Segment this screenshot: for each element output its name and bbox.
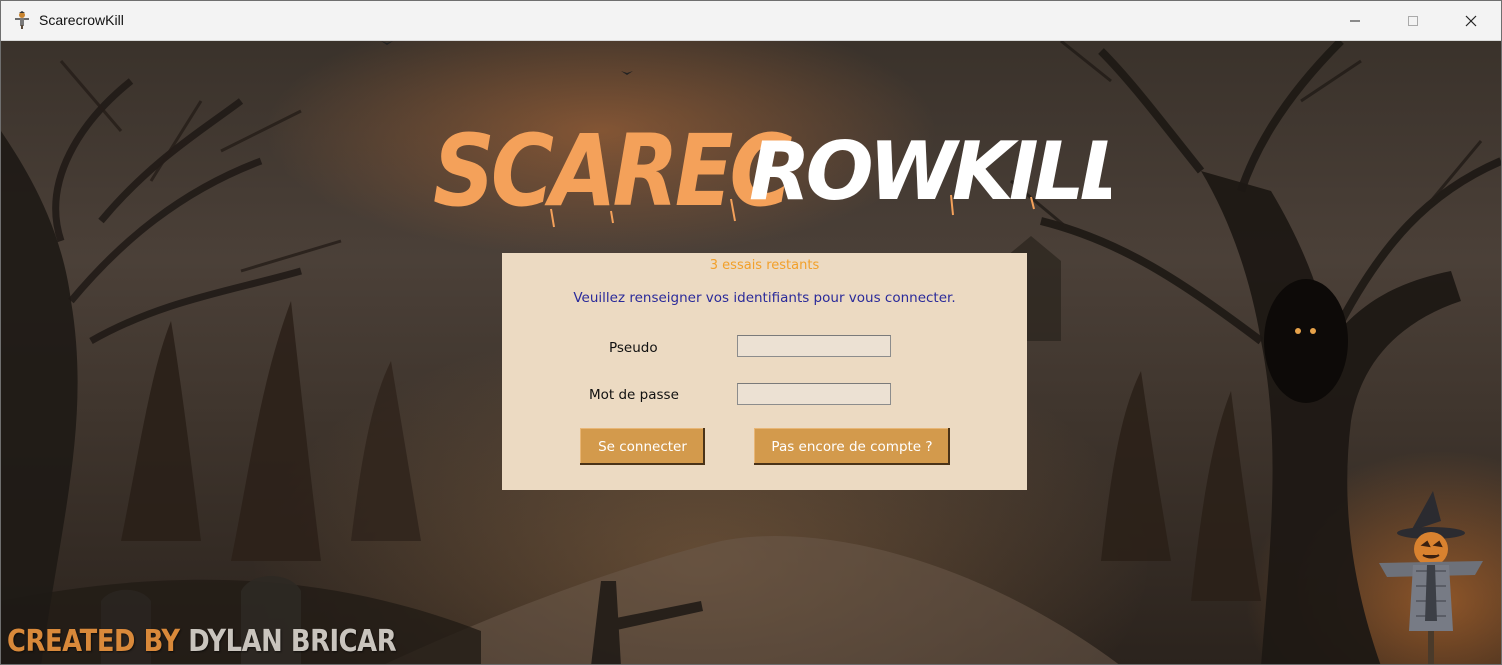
credit-prefix: CREATED BY [7,624,180,659]
pseudo-label: Pseudo [609,340,658,356]
minimize-button[interactable] [1326,1,1384,40]
app-window: ScarecrowKill SCAREC ROWKILL 3 essais re… [0,0,1502,665]
register-button[interactable]: Pas encore de compte ? [754,428,950,465]
halloween-background: SCAREC ROWKILL 3 essais restants Veuille… [1,41,1501,664]
credits: CREATED BY DYLAN BRICAR [7,624,397,659]
scarecrow-illustration [1379,491,1483,664]
logo-part2: ROWKILL [749,125,1111,218]
login-button[interactable]: Se connecter [580,428,705,465]
maximize-icon [1408,15,1418,26]
maximize-button[interactable] [1384,1,1442,40]
scarecrowkill-logo: SCAREC ROWKILL [433,113,1111,228]
minimize-icon [1350,20,1360,21]
credit-name: DYLAN BRICAR [188,624,397,659]
login-panel: 3 essais restants Veuillez renseigner vo… [502,253,1027,490]
title-bar[interactable]: ScarecrowKill [1,1,1501,41]
close-icon [1465,15,1477,26]
password-input[interactable] [737,383,891,405]
login-instructions: Veuillez renseigner vos identifiants pou… [573,290,956,306]
close-button[interactable] [1442,1,1500,40]
password-label: Mot de passe [589,387,679,403]
logo-part1: SCAREC [433,113,793,228]
scarecrow-app-icon [13,11,31,29]
pseudo-input[interactable] [737,335,891,357]
window-title: ScarecrowKill [39,12,124,28]
remaining-attempts: 3 essais restants [709,258,820,273]
